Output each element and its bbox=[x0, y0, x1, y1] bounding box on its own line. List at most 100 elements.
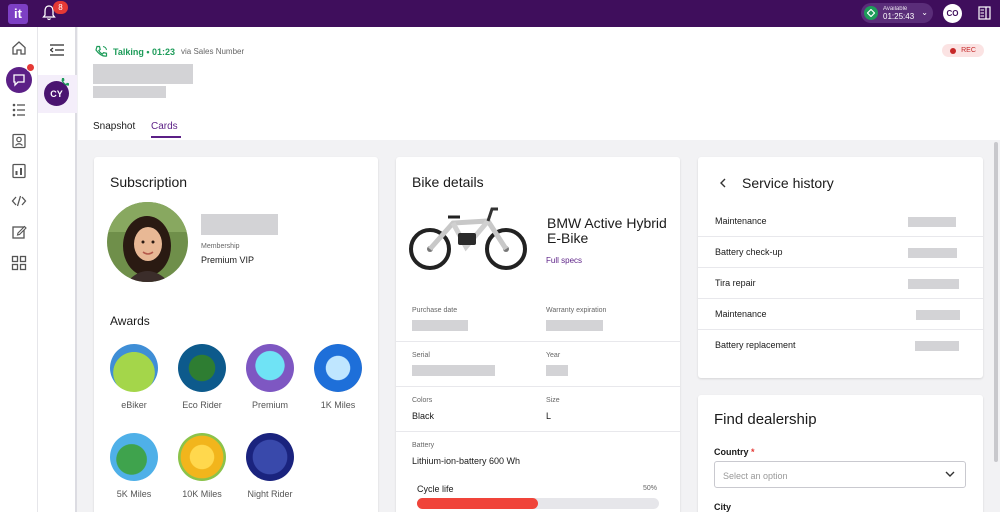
colors-value: Black bbox=[412, 411, 435, 421]
size-label: Size bbox=[546, 397, 560, 404]
bike-details-title: Bike details bbox=[412, 174, 484, 190]
cycle-life-progress-fill bbox=[417, 498, 538, 509]
battery-label: Battery bbox=[412, 442, 435, 449]
service-label: Maintenance bbox=[715, 309, 767, 319]
service-row[interactable]: Maintenance bbox=[698, 299, 983, 330]
year-placeholder bbox=[546, 365, 568, 376]
logo-text: it bbox=[14, 6, 22, 21]
award-label: 5K Miles bbox=[116, 489, 152, 499]
subscription-title: Subscription bbox=[110, 174, 188, 190]
award-ebiker-icon bbox=[110, 344, 158, 392]
call-status: Talking • 01:23 via Sales Number bbox=[95, 45, 244, 58]
country-label-text: Country bbox=[714, 447, 749, 457]
award-night-rider-icon bbox=[246, 433, 294, 481]
award-eco-rider-icon bbox=[178, 344, 226, 392]
apps-grid-icon[interactable] bbox=[11, 255, 27, 271]
membership-value: Premium VIP bbox=[201, 255, 255, 265]
award-premium-icon bbox=[246, 344, 294, 392]
service-label: Maintenance bbox=[715, 216, 767, 226]
notification-badge: 8 bbox=[53, 1, 68, 14]
status-label: Available bbox=[883, 6, 908, 12]
cycle-life-label: Cycle life bbox=[417, 484, 454, 494]
tab-snapshot[interactable]: Snapshot bbox=[93, 121, 135, 132]
service-label: Battery replacement bbox=[715, 340, 796, 350]
country-select[interactable]: Select an option bbox=[714, 461, 966, 488]
service-date-placeholder bbox=[908, 248, 957, 258]
call-timer: Talking • 01:23 bbox=[113, 46, 176, 57]
divider bbox=[396, 341, 680, 342]
award-label: Eco Rider bbox=[182, 400, 222, 410]
warranty-label: Warranty expiration bbox=[546, 307, 607, 314]
award-10k-miles[interactable]: 10K Miles bbox=[176, 433, 228, 499]
service-row[interactable]: Tira repair bbox=[698, 268, 983, 299]
year-label: Year bbox=[546, 352, 561, 359]
recording-badge[interactable]: REC bbox=[942, 44, 984, 57]
record-dot-icon bbox=[950, 47, 957, 54]
chevron-down-icon bbox=[945, 471, 955, 477]
award-label: Night Rider bbox=[247, 489, 293, 499]
awards-title: Awards bbox=[110, 314, 150, 328]
home-icon[interactable] bbox=[11, 40, 27, 56]
divider bbox=[396, 431, 680, 432]
available-icon bbox=[864, 6, 878, 20]
tab-cards[interactable]: Cards bbox=[151, 121, 178, 132]
side-panel-icon[interactable] bbox=[978, 6, 991, 20]
user-avatar[interactable]: CO bbox=[943, 4, 962, 23]
conversation-strip: CY bbox=[38, 27, 77, 512]
award-eco-rider[interactable]: Eco Rider bbox=[176, 344, 228, 410]
service-date-placeholder bbox=[908, 279, 959, 289]
service-label: Tira repair bbox=[715, 278, 756, 288]
award-premium[interactable]: Premium bbox=[244, 344, 296, 410]
service-label: Battery check-up bbox=[715, 247, 783, 257]
status-timer: 01:25:43 bbox=[883, 12, 915, 21]
bike-model: BMW Active Hybrid E-Bike bbox=[547, 215, 667, 246]
phone-icon bbox=[61, 78, 69, 86]
phone-call-icon bbox=[95, 45, 108, 57]
award-label: Premium bbox=[251, 400, 288, 410]
service-row[interactable]: Battery check-up bbox=[698, 237, 983, 268]
full-specs-link[interactable]: Full specs bbox=[546, 256, 582, 265]
award-ebiker[interactable]: eBiker bbox=[108, 344, 160, 410]
service-row[interactable]: Battery replacement bbox=[698, 330, 983, 361]
size-value: L bbox=[546, 411, 552, 421]
award-5k-miles[interactable]: 5K Miles bbox=[108, 433, 160, 499]
service-row[interactable]: Maintenance bbox=[698, 206, 983, 237]
city-label: City bbox=[714, 502, 732, 512]
customer-photo bbox=[107, 202, 188, 282]
app-logo[interactable]: it bbox=[8, 3, 28, 24]
list-icon[interactable] bbox=[11, 102, 27, 118]
reports-icon[interactable] bbox=[11, 163, 27, 179]
bike-image bbox=[409, 207, 527, 270]
contact-header: Talking • 01:23 via Sales Number REC Sna… bbox=[78, 27, 1000, 140]
purchase-date-label: Purchase date bbox=[412, 307, 458, 314]
award-1k-miles[interactable]: 1K Miles bbox=[312, 344, 364, 410]
warranty-placeholder bbox=[546, 320, 603, 331]
award-label: 1K Miles bbox=[320, 400, 356, 410]
cycle-life-progress bbox=[417, 498, 659, 509]
required-mark: * bbox=[751, 447, 755, 457]
divider bbox=[396, 386, 680, 387]
chevron-down-icon: ⌄ bbox=[921, 8, 928, 17]
contact-subtitle-placeholder bbox=[93, 86, 166, 98]
award-night-rider[interactable]: Night Rider bbox=[244, 433, 296, 499]
rec-label: REC bbox=[961, 47, 976, 54]
navigation-rail bbox=[0, 27, 38, 512]
subscription-card: Subscription Membership Premium VIP Awar… bbox=[94, 157, 378, 512]
membership-label: Membership bbox=[201, 243, 240, 250]
award-1k-miles-icon bbox=[314, 344, 362, 392]
service-history-card: Service history Maintenance Battery chec… bbox=[698, 157, 983, 378]
availability-status-button[interactable]: Available 01:25:43 ⌄ bbox=[861, 3, 933, 23]
award-5k-miles-icon bbox=[110, 433, 158, 481]
code-icon[interactable] bbox=[11, 193, 27, 209]
back-chevron-icon[interactable] bbox=[719, 178, 727, 188]
page-scrollbar[interactable] bbox=[994, 142, 998, 462]
service-date-placeholder bbox=[916, 310, 960, 320]
bike-details-card: Bike details BMW Active Hybrid E-Bike Fu… bbox=[396, 157, 680, 512]
active-tab-indicator bbox=[151, 136, 181, 138]
find-dealership-card: Find dealership Country * Select an opti… bbox=[698, 395, 983, 512]
country-label: Country * bbox=[714, 447, 755, 457]
edit-icon[interactable] bbox=[11, 224, 27, 240]
collapse-menu-icon[interactable] bbox=[50, 44, 64, 56]
contacts-icon[interactable] bbox=[11, 133, 27, 149]
battery-value: Lithium-ion-battery 600 Wh bbox=[412, 456, 521, 466]
